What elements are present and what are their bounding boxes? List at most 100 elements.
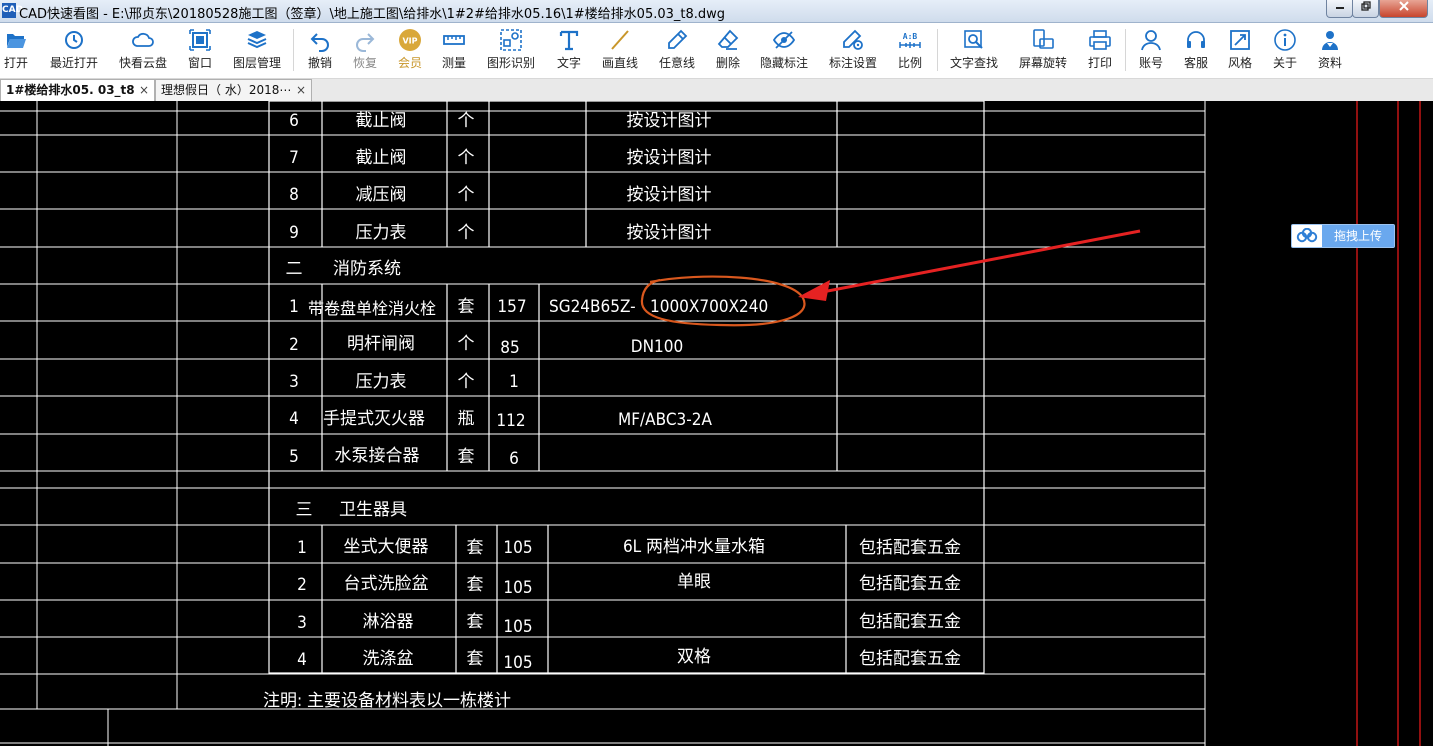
table-cell: 套: [467, 538, 484, 558]
table-cell: 2: [289, 335, 299, 355]
cad-drawing-canvas[interactable]: 6 截止阀 个 按设计图计 7 截止阀 个 按设计图计 8 减压阀 个 按设计图…: [0, 101, 1433, 746]
svg-text:消防系统: 消防系统: [333, 259, 401, 279]
layer-manager-button[interactable]: 图层管理: [227, 23, 287, 78]
eye-hidden-icon: [772, 31, 796, 49]
layers-icon: [247, 31, 267, 49]
table-cell: 112: [496, 411, 525, 431]
svg-text:卫生器具: 卫生器具: [339, 500, 407, 520]
user-icon: [1141, 30, 1161, 51]
table-cell: 个: [458, 334, 475, 354]
table-cell: 套: [458, 297, 475, 317]
table-cell: 105: [503, 617, 532, 637]
cloud-icon: [132, 32, 154, 47]
table-cell: 105: [503, 578, 532, 598]
table-cell: 压力表: [356, 372, 407, 392]
table-cell: 85: [500, 338, 519, 358]
minimize-button[interactable]: [1326, 0, 1353, 18]
tab-label: 理想假日（ 水）2018⋯: [161, 83, 292, 97]
table-cell: 1000X700X240: [650, 297, 768, 317]
shape-recognize-icon: [500, 29, 522, 51]
recent-open-button[interactable]: 最近打开: [44, 23, 104, 78]
hide-annotation-button[interactable]: 隐藏标注: [754, 23, 814, 78]
table-cell: 个: [458, 111, 475, 131]
text-search-button[interactable]: 文字查找: [944, 23, 1004, 78]
table-footnote: 注明: 主要设备材料表以一栋楼计: [263, 691, 511, 711]
tab-close-icon[interactable]: ×: [296, 80, 306, 100]
vip-badge-icon: VIP: [399, 29, 421, 51]
table-cell: 1: [297, 538, 307, 558]
table-cell: 手提式灭火器: [323, 409, 425, 429]
table-cell: 包括配套五金: [859, 649, 961, 669]
text-search-icon: [964, 30, 983, 49]
table-cell: 6L 两档冲水量水箱: [623, 537, 765, 557]
table-cell: 淋浴器: [363, 612, 414, 632]
table-cell: 7: [289, 148, 299, 168]
materials-icon: [1322, 31, 1338, 50]
main-toolbar: 打开 最近打开 快看云盘 窗口 图层管理 撤销 恢复 VIP 会员 测量 图形识…: [0, 23, 1433, 79]
maximize-button[interactable]: [1352, 0, 1379, 18]
minimize-icon: [1335, 7, 1344, 9]
table-cell: 5: [289, 447, 299, 467]
table-cell: 截止阀: [356, 111, 407, 131]
table-cell: 双格: [677, 647, 711, 667]
table-cell: 套: [458, 447, 475, 467]
folder-open-icon: [6, 34, 26, 48]
table-cell: 套: [467, 575, 484, 595]
eraser-icon: [717, 29, 739, 50]
table-cell: 按设计图计: [627, 185, 712, 205]
tab-label: 1#楼给排水05. 03_t8: [6, 83, 135, 97]
table-cell: 按设计图计: [627, 148, 712, 168]
table-cell: 个: [458, 372, 475, 392]
close-button[interactable]: [1379, 0, 1428, 18]
materials-button[interactable]: 资料: [1300, 23, 1360, 78]
cloud-upload-icon: [1296, 228, 1318, 243]
table-cell: 6: [509, 449, 519, 469]
title-bar: CAD CAD快速看图 - E:\邢贞东\20180528施工图（签章）\地上施…: [0, 0, 1433, 23]
table-cell: 套: [467, 649, 484, 669]
section-heading-sanitary: 三 卫生器具: [296, 500, 408, 520]
scale-ab-icon: A:B: [899, 32, 921, 48]
table-cell: 瓶: [458, 409, 475, 429]
tab-close-icon[interactable]: ×: [139, 80, 149, 100]
svg-text:三: 三: [296, 500, 313, 520]
table-cell: 坐式大便器: [344, 537, 429, 557]
table-cell: 明杆闸阀: [347, 334, 415, 354]
table-cell: 105: [503, 538, 532, 558]
scale-button[interactable]: A:B 比例: [880, 23, 940, 78]
table-cell: 单眼: [677, 572, 711, 592]
table-cell: 9: [289, 223, 299, 243]
table-cell: 洗涤盆: [363, 649, 414, 669]
drag-upload-button[interactable]: 拖拽上传: [1291, 224, 1395, 248]
tab-document-1[interactable]: 1#楼给排水05. 03_t8 ×: [0, 79, 155, 101]
table-cell: 4: [289, 409, 299, 429]
table-cell: 4: [297, 650, 307, 670]
table-cell: 台式洗脸盆: [344, 574, 429, 594]
printer-icon: [1089, 30, 1111, 50]
table-cell: DN100: [631, 337, 683, 357]
table-cell: 105: [503, 653, 532, 673]
table-cell: 包括配套五金: [859, 538, 961, 558]
undo-icon: [310, 33, 329, 52]
table-cell: 包括配套五金: [859, 574, 961, 594]
table-cell: 套: [467, 612, 484, 632]
rotate-screen-icon: [1033, 29, 1054, 49]
svg-text:A:B: A:B: [903, 32, 918, 41]
table-cell: 包括配套五金: [859, 612, 961, 632]
window-icon: [189, 29, 211, 51]
clock-icon: [65, 31, 83, 49]
tab-document-2[interactable]: 理想假日（ 水）2018⋯ ×: [155, 79, 312, 101]
table-cell: 带卷盘单栓消火栓: [308, 299, 436, 318]
table-cell: 个: [458, 223, 475, 243]
app-icon: CAD: [2, 3, 23, 18]
table-cell: 按设计图计: [627, 111, 712, 131]
table-cell: 1: [289, 297, 299, 317]
redo-icon: [356, 33, 375, 52]
table-cell: 个: [458, 148, 475, 168]
close-icon: [1398, 1, 1409, 11]
table-cell: 2: [297, 575, 307, 595]
table-cell: SG24B65Z-: [549, 297, 636, 317]
table-cell: 压力表: [356, 223, 407, 243]
upload-label: 拖拽上传: [1322, 225, 1394, 247]
table-cell: 个: [458, 185, 475, 205]
text-t-icon: [559, 30, 579, 51]
